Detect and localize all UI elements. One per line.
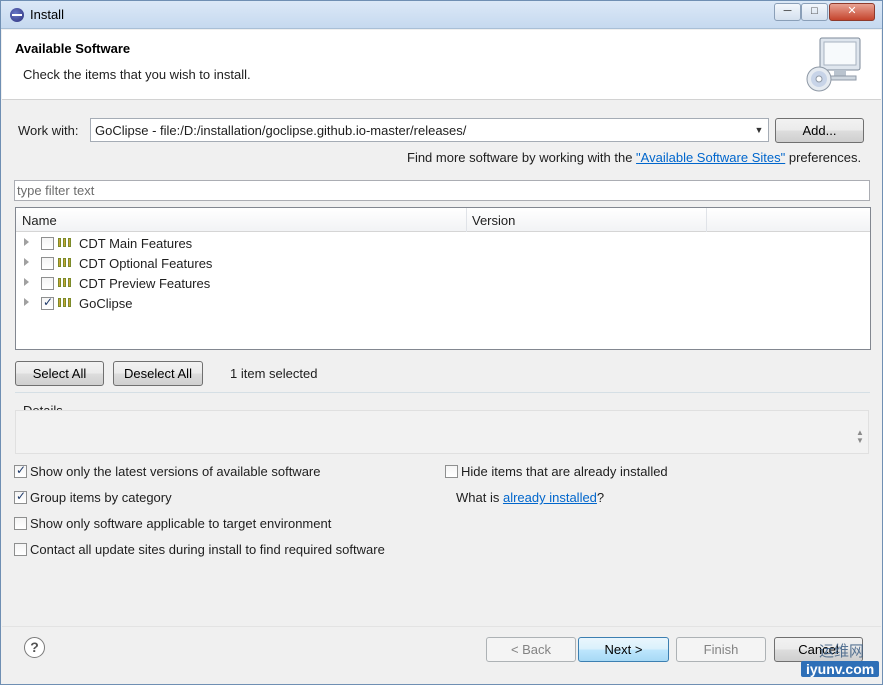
deselect-all-button[interactable]: Deselect All (113, 361, 203, 386)
group-by-category-label: Group items by category (30, 490, 172, 505)
tree-row[interactable]: GoClipse (16, 293, 870, 313)
watermark-text: 运维网 (819, 643, 865, 660)
tree-header: Name Version (16, 208, 870, 232)
tree-row-label: GoClipse (79, 296, 133, 311)
latest-versions-label: Show only the latest versions of availab… (30, 464, 321, 479)
item-checkbox[interactable] (41, 277, 54, 290)
expand-arrow-icon[interactable] (24, 298, 29, 306)
tree-row-label: CDT Optional Features (79, 256, 213, 271)
tree-row[interactable]: CDT Main Features (16, 233, 870, 253)
tree-row[interactable]: CDT Optional Features (16, 253, 870, 273)
expand-arrow-icon[interactable] (24, 278, 29, 286)
column-version-header[interactable]: Version (472, 213, 515, 228)
category-icon (58, 238, 73, 247)
install-computer-icon (806, 37, 861, 92)
wizard-banner: Available Software Check the items that … (2, 30, 881, 100)
back-button[interactable]: < Back (486, 637, 576, 662)
what-is-prefix: What is (456, 490, 503, 505)
finish-button[interactable]: Finish (676, 637, 766, 662)
applicable-only-label: Show only software applicable to target … (30, 516, 332, 531)
divider (15, 392, 870, 393)
category-icon (58, 258, 73, 267)
latest-versions-checkbox[interactable] (14, 463, 27, 478)
add-site-button[interactable]: Add... (775, 118, 864, 143)
selection-status: 1 item selected (230, 366, 318, 381)
hide-installed-label: Hide items that are already installed (461, 464, 668, 479)
expand-arrow-icon[interactable] (24, 238, 29, 246)
tree-row-label: CDT Main Features (79, 236, 193, 251)
scroll-arrows-icon[interactable]: ▲ ▼ (855, 429, 865, 447)
expand-arrow-icon[interactable] (24, 258, 29, 266)
filter-input[interactable] (17, 183, 857, 198)
contact-sites-checkbox[interactable] (14, 543, 27, 556)
hide-installed-checkbox[interactable] (445, 465, 458, 478)
work-with-combo[interactable]: GoClipse - file:/D:/installation/goclips… (90, 118, 769, 142)
find-more-prefix: Find more software by working with the (407, 150, 637, 165)
column-divider[interactable] (466, 208, 467, 232)
group-by-category-checkbox[interactable] (14, 489, 27, 504)
software-tree[interactable]: Name Version CDT Main Features CDT Optio… (15, 207, 871, 350)
chevron-down-icon[interactable]: ▼ (753, 123, 765, 137)
filter-field[interactable] (14, 180, 870, 201)
find-more-text: Find more software by working with the "… (407, 150, 861, 165)
window-title: Install (30, 7, 64, 22)
select-all-button[interactable]: Select All (15, 361, 104, 386)
applicable-only-checkbox[interactable] (14, 517, 27, 530)
category-icon (58, 298, 73, 307)
watermark-domain: iyunv.com (801, 661, 880, 677)
maximize-button[interactable]: □ (801, 3, 828, 21)
tree-row[interactable]: CDT Preview Features (16, 273, 870, 293)
column-divider[interactable] (706, 208, 707, 232)
help-icon[interactable]: ? (24, 637, 45, 658)
item-checkbox[interactable] (41, 257, 54, 270)
minimize-button[interactable]: ─ (774, 3, 801, 21)
find-more-suffix: preferences. (785, 150, 862, 165)
available-software-sites-link[interactable]: "Available Software Sites" (636, 150, 785, 165)
site-watermark: 运维网 iyunv.com (779, 634, 881, 682)
category-icon (58, 278, 73, 287)
eclipse-logo-icon (10, 8, 24, 22)
close-button[interactable]: ✕ (829, 3, 875, 21)
tree-row-label: CDT Preview Features (79, 276, 211, 291)
install-dialog: Install ─ □ ✕ Available Software Check t… (0, 0, 883, 685)
item-checkbox[interactable] (41, 237, 54, 250)
column-name-header[interactable]: Name (22, 213, 57, 228)
details-area[interactable] (15, 410, 869, 454)
already-installed-link[interactable]: already installed (503, 490, 597, 505)
what-is-installed-text: What is already installed? (456, 490, 604, 505)
item-checkbox[interactable] (41, 295, 54, 310)
work-with-label: Work with: (18, 123, 79, 138)
footer-divider (2, 626, 881, 627)
page-title: Available Software (15, 41, 131, 56)
contact-sites-label: Contact all update sites during install … (30, 542, 385, 557)
title-bar[interactable]: Install ─ □ ✕ (1, 1, 882, 29)
page-description: Check the items that you wish to install… (23, 67, 251, 82)
work-with-value: GoClipse - file:/D:/installation/goclips… (95, 123, 467, 138)
what-is-suffix: ? (596, 490, 605, 505)
next-button[interactable]: Next > (578, 637, 669, 662)
